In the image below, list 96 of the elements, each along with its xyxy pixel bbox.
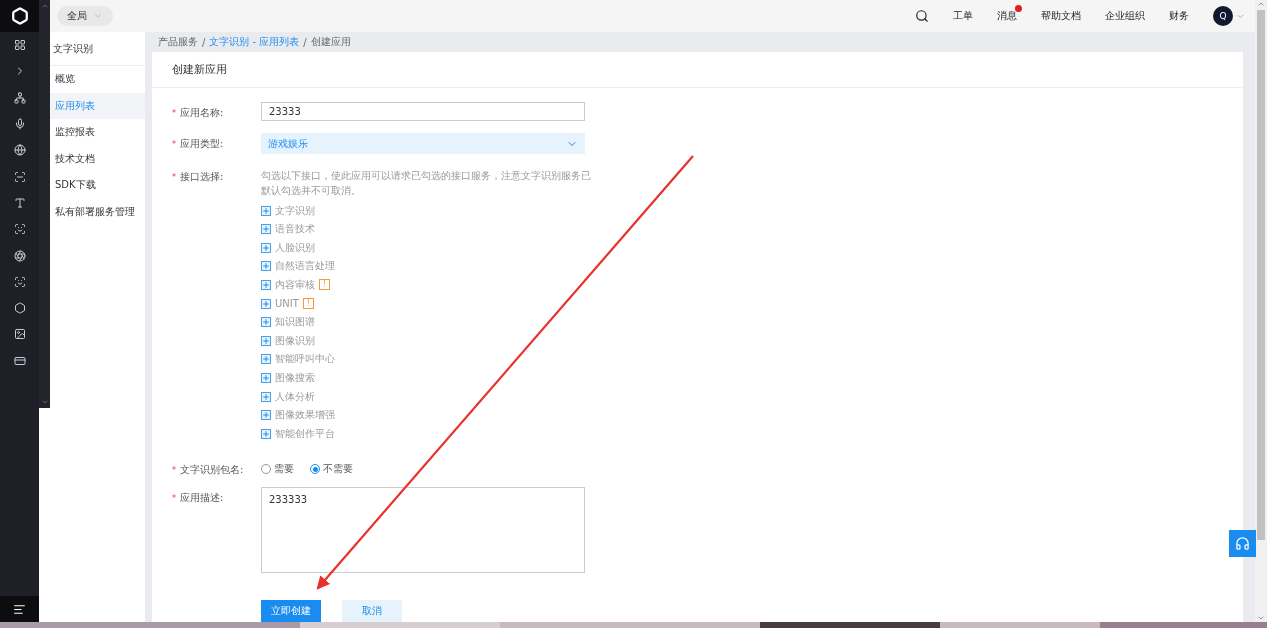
warning-badge: ! (319, 279, 330, 291)
plus-icon (262, 243, 270, 252)
sidebar-item[interactable]: 技术文档 (50, 145, 145, 172)
expand-icon[interactable] (261, 372, 271, 383)
warning-badge: ! (302, 298, 314, 310)
aperture-icon[interactable] (13, 249, 26, 262)
image-icon[interactable] (13, 328, 26, 341)
sidebar-item[interactable]: 监控报表 (50, 119, 145, 146)
api-label: 文字识别 (275, 203, 315, 218)
user-avatar[interactable]: Q (1213, 6, 1233, 26)
expand-icon[interactable] (261, 391, 271, 402)
plus-icon (262, 225, 270, 234)
sidebar-item[interactable]: 概览 (50, 66, 145, 93)
api-label: 语音技术 (275, 222, 315, 237)
required-mark: * (172, 494, 176, 503)
api-label: 内容审核 (275, 277, 315, 292)
api-label: 智能呼叫中心 (275, 352, 335, 367)
api-label: 人脸识别 (275, 240, 315, 255)
expand-icon[interactable] (261, 317, 271, 328)
plus-icon (262, 355, 270, 364)
expand-icon[interactable] (261, 261, 271, 272)
scroll-up-icon[interactable] (40, 2, 49, 10)
text-icon[interactable] (13, 196, 26, 209)
card-icon[interactable] (13, 354, 26, 367)
plus-icon (262, 262, 270, 271)
plus-icon (262, 429, 270, 438)
plus-icon (262, 318, 270, 327)
sidebar-item[interactable]: 私有部署服务管理 (50, 198, 145, 225)
face-scan-icon[interactable] (13, 223, 26, 236)
required-mark: * (172, 140, 176, 150)
scroll-down-icon[interactable] (1257, 614, 1265, 622)
expand-icon[interactable] (261, 298, 271, 309)
breadcrumb-separator: / (202, 36, 206, 48)
card-title: 创建新应用 (152, 52, 1243, 89)
name-input[interactable]: 23333 (261, 102, 585, 122)
plus-icon (262, 280, 270, 289)
plus-icon (262, 206, 270, 215)
field-label: 文字识别包名: (180, 464, 244, 475)
hexagon-icon[interactable] (13, 302, 26, 315)
required-mark: * (172, 109, 176, 119)
field-label: 应用名称: (180, 107, 224, 119)
api-label: UNIT (275, 298, 299, 310)
api-label: 图像识别 (275, 333, 315, 348)
plus-icon (262, 392, 270, 401)
scope-selector[interactable]: 全局 (57, 6, 113, 26)
face-frame-icon[interactable] (13, 275, 26, 288)
breadcrumb-item: 创建应用 (310, 35, 351, 50)
expand-icon[interactable] (261, 242, 271, 253)
api-label: 图像搜索 (275, 370, 315, 385)
scroll-down-icon[interactable] (40, 398, 49, 406)
api-label: 自然语言处理 (275, 259, 335, 274)
api-label: 图像效果增强 (275, 408, 335, 423)
plus-icon (262, 411, 270, 420)
api-label: 智能创作平台 (275, 426, 335, 441)
nav-link[interactable]: 工单 (953, 10, 973, 21)
expand-icon[interactable] (261, 410, 271, 421)
hint-text: 勾选以下接口，使此应用可以请求已勾选的接口服务，注意文字识别服务已默认勾选并不可取消。 (261, 169, 591, 199)
nav-link[interactable]: 帮助文档 (1041, 10, 1081, 21)
scan-icon[interactable] (13, 170, 26, 183)
network-icon[interactable] (13, 91, 26, 104)
description-textarea[interactable]: 233333 (261, 487, 585, 573)
radio-label: 需要 (274, 462, 294, 476)
field-label: 接口选择: (180, 171, 224, 183)
expand-icon[interactable] (261, 279, 271, 290)
grid-icon[interactable] (13, 39, 26, 52)
required-mark: * (172, 466, 176, 475)
field-label: 应用类型: (180, 138, 224, 150)
microphone-icon[interactable] (13, 118, 26, 131)
headphones-icon (1235, 536, 1250, 551)
logo-icon (10, 7, 29, 25)
field-label: 应用描述: (180, 492, 224, 503)
nav-link[interactable]: 财务 (1169, 10, 1189, 21)
search-icon[interactable] (915, 9, 929, 23)
scrollbar-thumb[interactable] (1257, 10, 1265, 540)
caret-icon (93, 11, 103, 21)
plus-icon (262, 299, 270, 308)
scroll-up-icon[interactable] (1257, 0, 1265, 8)
breadcrumb-separator: / (303, 36, 307, 48)
api-label: 知识图谱 (275, 315, 315, 330)
nav-link[interactable]: 消息 (997, 10, 1017, 21)
plus-icon (262, 336, 270, 345)
menu-icon[interactable] (13, 602, 26, 616)
expand-icon[interactable] (261, 205, 271, 216)
expand-icon[interactable] (261, 224, 271, 235)
expand-icon[interactable] (261, 428, 271, 439)
globe-icon[interactable] (13, 144, 26, 157)
expand-icon[interactable] (261, 354, 271, 365)
support-button[interactable] (1229, 530, 1256, 557)
radio-label: 不需要 (323, 462, 353, 476)
breadcrumb-item: 产品服务 (158, 35, 198, 50)
api-label: 人体分析 (275, 389, 315, 404)
required-mark: * (172, 173, 176, 183)
expand-icon[interactable] (261, 335, 271, 346)
plus-icon (262, 373, 270, 382)
sidebar-item[interactable]: SDK下载 (50, 172, 145, 199)
nav-link[interactable]: 企业组织 (1105, 10, 1145, 21)
